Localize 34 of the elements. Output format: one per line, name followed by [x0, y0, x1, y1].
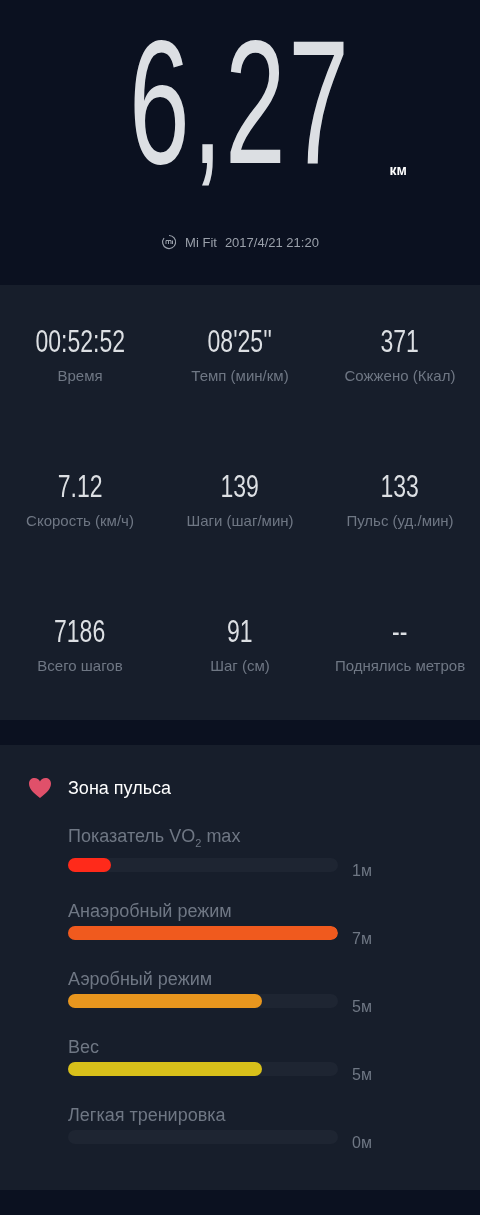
distance-unit: км	[389, 162, 407, 178]
sync-icon	[161, 234, 178, 250]
stat-label: Время	[57, 367, 103, 384]
zone-label: Аэробный режим	[68, 967, 213, 990]
stat-label: Шаг (см)	[210, 657, 270, 674]
workout-datetime: 2017/4/21 21:20	[224, 234, 319, 250]
stat-label: Скорость (км/ч)	[26, 512, 134, 529]
stat-label: Поднялись метров	[334, 657, 466, 674]
stat-value: 7186	[53, 613, 107, 649]
stat-value: 139	[219, 468, 261, 504]
zone-label: Показатель VO$_{2}$ max	[68, 825, 241, 851]
zone-label: Анаэробный режим	[68, 899, 232, 922]
heart-icon	[28, 777, 52, 799]
stat-value: 00:52:52	[34, 323, 126, 359]
stat-value: 7.12	[56, 468, 104, 504]
zone-label: Вес	[68, 1035, 100, 1058]
stat-value: 08'25''	[206, 323, 274, 359]
zone-time: 1м	[352, 861, 372, 880]
zone-time: 5м	[352, 997, 372, 1016]
stat-label: Пульс (уд./мин)	[346, 512, 454, 529]
zone-time: 0м	[352, 1133, 372, 1152]
stat-value: 371	[379, 323, 421, 359]
stat-value: 133	[379, 468, 421, 504]
zone-time: 7м	[352, 929, 372, 948]
stat-label: Всего шагов	[37, 657, 123, 674]
stat-value: 91	[226, 613, 254, 649]
stat-label: Сожжено (Ккал)	[344, 367, 456, 384]
stat-value: --	[391, 613, 409, 649]
zone-time: 5м	[352, 1065, 372, 1084]
section-title: Зона пульса	[68, 777, 172, 799]
stat-label: Шаги (шаг/мин)	[186, 512, 294, 529]
stat-label: Темп (мин/км)	[191, 367, 289, 384]
source-app: Mi Fit	[185, 234, 217, 250]
zone-label: Легкая тренировка	[68, 1103, 226, 1126]
